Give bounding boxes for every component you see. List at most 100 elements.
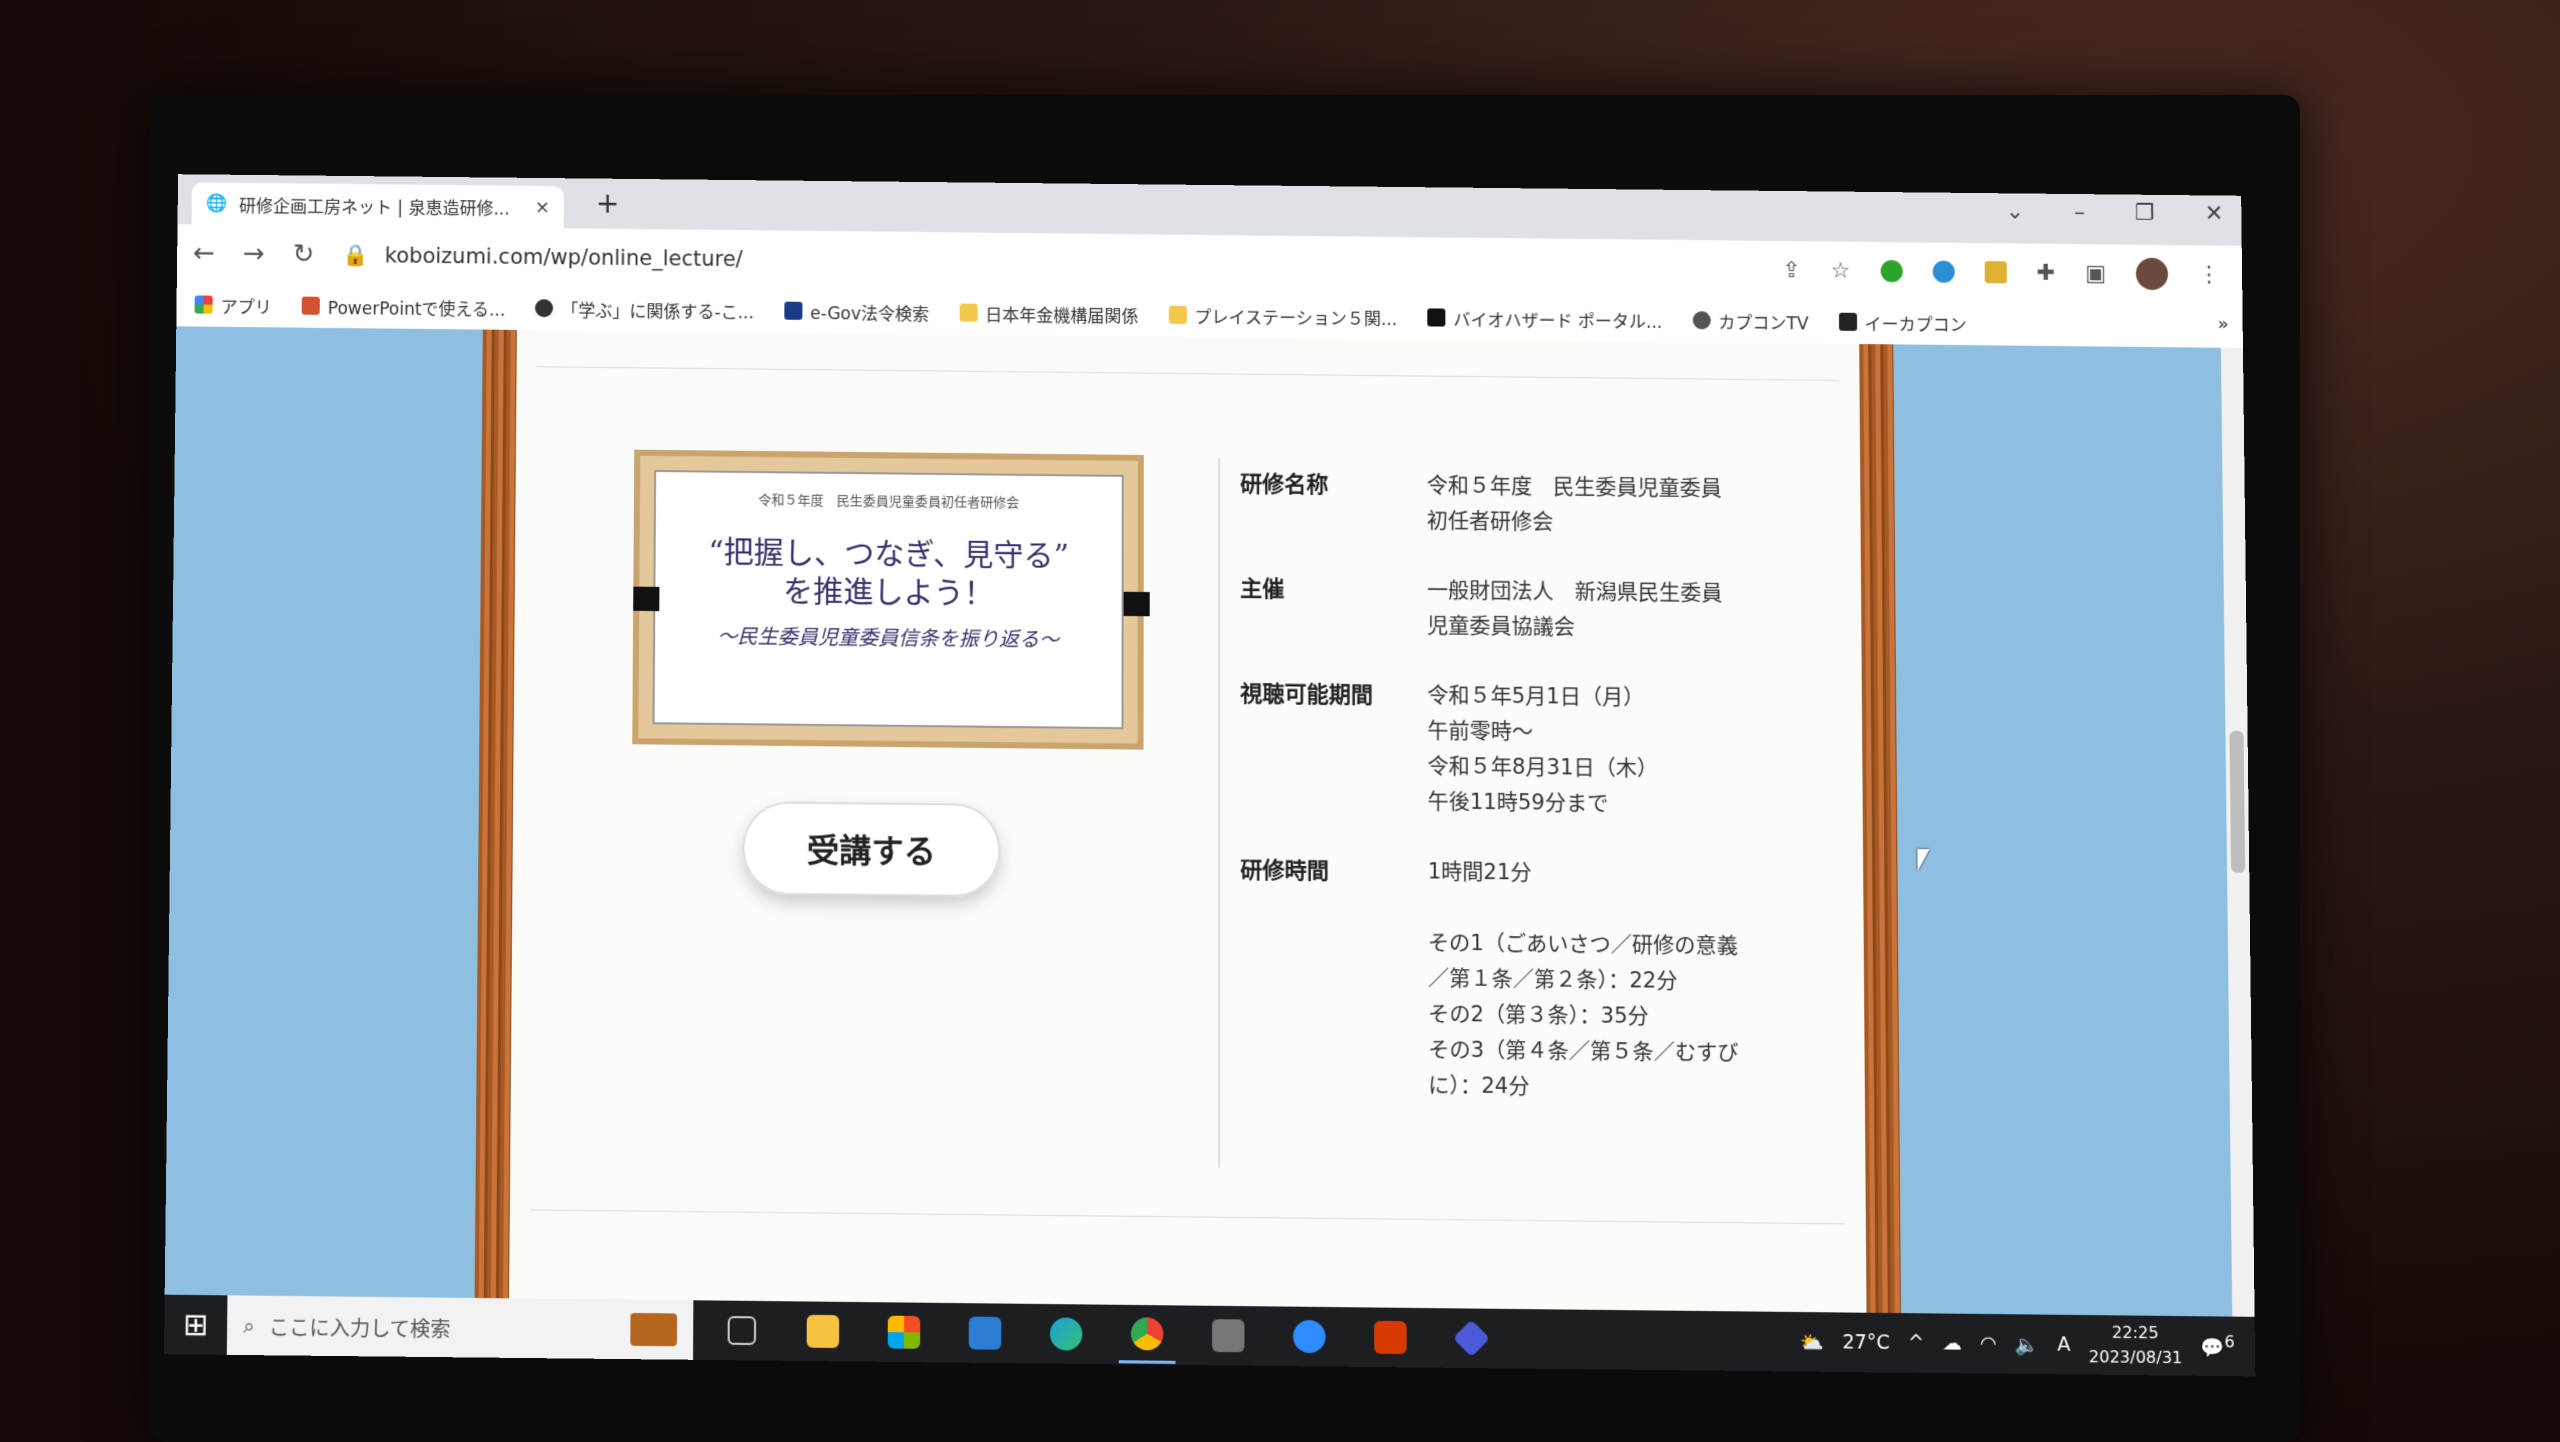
folder-icon — [959, 303, 978, 322]
divider-top — [536, 366, 1840, 381]
info-value: 一般財団法人 新潟県民生委員 児童委員協議会 — [1427, 573, 1803, 648]
share-icon[interactable]: ⇪ — [1782, 258, 1801, 283]
clock-date: 2023/08/31 — [2088, 1346, 2183, 1368]
scrollbar-thumb[interactable] — [2229, 730, 2246, 873]
clock[interactable]: 22:25 2023/08/31 — [2088, 1320, 2183, 1370]
bookmark-item[interactable]: 日本年金機構届関係 — [959, 300, 1138, 327]
task-view-icon[interactable] — [713, 1302, 770, 1360]
forward-arrow-icon[interactable]: → — [243, 239, 265, 269]
info-line: 1時間21分 — [1427, 859, 1532, 885]
notification-icon[interactable]: 💬6 — [2200, 1332, 2235, 1360]
info-line: 令和５年8月31日（木） — [1427, 753, 1659, 781]
tab-title: 研修企画工房ネット | 泉恵造研修... — [238, 196, 510, 220]
extension-yellow-icon[interactable] — [1984, 261, 2007, 284]
search-icon: ⌕ — [243, 1312, 255, 1338]
info-line: 一般財団法人 新潟県民生委員 — [1426, 577, 1723, 606]
onedrive-cloud-icon[interactable]: ☁ — [1942, 1332, 1961, 1355]
info-value: 令和５年5月1日（月） 午前零時～ 令和５年8月31日（木） 午後11時59分ま… — [1427, 678, 1804, 824]
star-icon[interactable]: ☆ — [1831, 258, 1851, 283]
info-row-duration: 研修時間 1時間21分 その1（ごあいさつ／研修の意義 ／第１条／第２条）：22… — [1240, 852, 1806, 1107]
minimize-button[interactable]: – — [2074, 200, 2085, 225]
chevron-up-icon[interactable]: ^ — [1908, 1332, 1924, 1355]
speaker-icon[interactable]: 🔈 — [2015, 1332, 2039, 1356]
bookmark-item[interactable]: PowerPointで使える... — [301, 293, 506, 320]
chrome-icon[interactable] — [1118, 1305, 1176, 1364]
bookmark-item[interactable]: バイオハザード ポータル... — [1427, 305, 1662, 332]
side-panel-icon[interactable]: ▣ — [2085, 261, 2106, 286]
banner-title-1: “把握し、つなぎ、見守る” — [708, 534, 1070, 575]
windows-start-icon[interactable]: ⊞ — [164, 1306, 227, 1343]
back-arrow-icon[interactable]: ← — [193, 238, 215, 268]
bookmark-label: 「学ぶ」に関係する-こ... — [561, 300, 755, 323]
biohazard-icon — [1427, 308, 1446, 327]
file-explorer-icon[interactable] — [794, 1302, 851, 1360]
lock-icon: 🔒 — [342, 242, 369, 267]
info-key: 研修名称 — [1240, 472, 1329, 499]
address-bar[interactable]: 🔒 koboizumi.com/wp/online_lecture/ — [343, 242, 743, 271]
bookmark-item[interactable]: 「学ぶ」に関係する-こ... — [535, 296, 754, 323]
banner-caption: 令和５年度 民生委員児童委員初任者研修会 — [758, 493, 1020, 512]
power-automate-icon[interactable] — [1443, 1309, 1500, 1367]
info-line: 初任者研修会 — [1426, 508, 1554, 534]
zoom-icon[interactable] — [1281, 1308, 1338, 1366]
extension-cloud-icon[interactable] — [1932, 260, 1955, 283]
bookmark-label: プレイステーション５関... — [1194, 307, 1398, 330]
profile-avatar[interactable] — [2135, 257, 2169, 291]
tab-search-icon[interactable]: ⌄ — [2006, 199, 2025, 224]
info-value: 令和５年度 民生委員児童委員 初任者研修会 — [1427, 468, 1803, 542]
ecapcom-icon — [1838, 312, 1857, 331]
mail-icon[interactable] — [957, 1304, 1014, 1362]
laptop-screen: 🌐 研修企画工房ネット | 泉恵造研修... × + ⌄ – ❐ ✕ ← → ↻… — [163, 174, 2256, 1377]
resize-handle-right[interactable] — [1123, 591, 1150, 617]
extension-green-icon[interactable] — [1880, 260, 1903, 283]
resize-handle-left[interactable] — [633, 586, 660, 612]
weather-icon[interactable]: ⛅ — [1800, 1330, 1824, 1354]
close-window-button[interactable]: ✕ — [2205, 201, 2224, 226]
office-icon[interactable] — [1362, 1308, 1419, 1366]
lecture-info-table: 研修名称 令和５年度 民生委員児童委員 初任者研修会 主催 一般財団法人 新潟県… — [1240, 466, 1806, 1142]
ime-indicator[interactable]: A — [2057, 1333, 2070, 1356]
column-divider — [1218, 457, 1221, 1168]
bookmark-item[interactable]: イーカプコン — [1838, 309, 1967, 336]
content-paper: 令和５年度 民生委員児童委員初任者研修会 “把握し、つなぎ、見守る” を推進しよ… — [474, 329, 1901, 1314]
bookmark-item[interactable]: プレイステーション５関... — [1168, 302, 1398, 330]
notification-count: 6 — [2224, 1332, 2235, 1352]
wood-edge-left — [474, 329, 517, 1299]
bookmark-item[interactable]: e-Gov法令検索 — [784, 298, 929, 325]
globe-icon: 🌐 — [205, 193, 228, 214]
web-page: 令和５年度 民生委員児童委員初任者研修会 “把握し、つなぎ、見守る” を推進しよ… — [164, 326, 2255, 1317]
reload-icon[interactable]: ↻ — [293, 239, 315, 269]
url-text: koboizumi.com/wp/online_lecture/ — [384, 243, 743, 272]
info-key: 主催 — [1240, 576, 1285, 603]
edge-icon[interactable] — [1038, 1305, 1095, 1363]
bookmark-item[interactable]: アプリ — [194, 292, 272, 318]
capcom-icon — [1692, 311, 1711, 330]
info-row-organizer: 主催 一般財団法人 新潟県民生委員 児童委員協議会 — [1240, 571, 1803, 648]
banner-subtitle: ～民生委員児童委員信条を振り返る～ — [717, 623, 1060, 652]
store-icon[interactable] — [875, 1303, 932, 1361]
weather-temperature[interactable]: 27°C — [1842, 1331, 1890, 1354]
new-tab-button[interactable]: + — [596, 187, 620, 220]
bookmark-item[interactable]: カプコンTV — [1692, 308, 1809, 334]
info-key: 視聴可能期間 — [1240, 681, 1374, 709]
wood-edge-right — [1859, 343, 1901, 1314]
info-row-name: 研修名称 令和５年度 民生委員児童委員 初任者研修会 — [1240, 466, 1802, 542]
restore-button[interactable]: ❐ — [2135, 201, 2155, 226]
bookmark-label: アプリ — [220, 297, 272, 318]
puzzle-icon[interactable]: ✚ — [2036, 260, 2055, 285]
bookmark-label: 日本年金機構届関係 — [985, 305, 1139, 327]
browser-tab[interactable]: 🌐 研修企画工房ネット | 泉恵造研修... × — [191, 182, 564, 229]
camera-icon[interactable] — [1200, 1307, 1257, 1365]
lecture-banner[interactable]: 令和５年度 民生委員児童委員初任者研修会 “把握し、つなぎ、見守る” を推進しよ… — [632, 449, 1150, 750]
info-line: に）：24分 — [1428, 1072, 1530, 1099]
menu-kebab-icon[interactable]: ⋮ — [2198, 262, 2220, 287]
info-line: 児童委員協議会 — [1427, 613, 1575, 639]
enroll-button[interactable]: 受講する — [742, 801, 1001, 898]
wifi-icon[interactable]: ◠ — [1980, 1332, 1997, 1355]
info-line: 午後11時59分まで — [1427, 789, 1609, 816]
taskbar-search[interactable]: ⌕ ここに入力して検索 — [226, 1295, 694, 1360]
mouse-cursor-icon — [1917, 849, 1930, 872]
tab-close-button[interactable]: × — [535, 196, 550, 217]
info-line: 令和５年度 民生委員児童委員 — [1426, 473, 1722, 501]
bookmarks-overflow-button[interactable]: » — [2217, 314, 2228, 335]
